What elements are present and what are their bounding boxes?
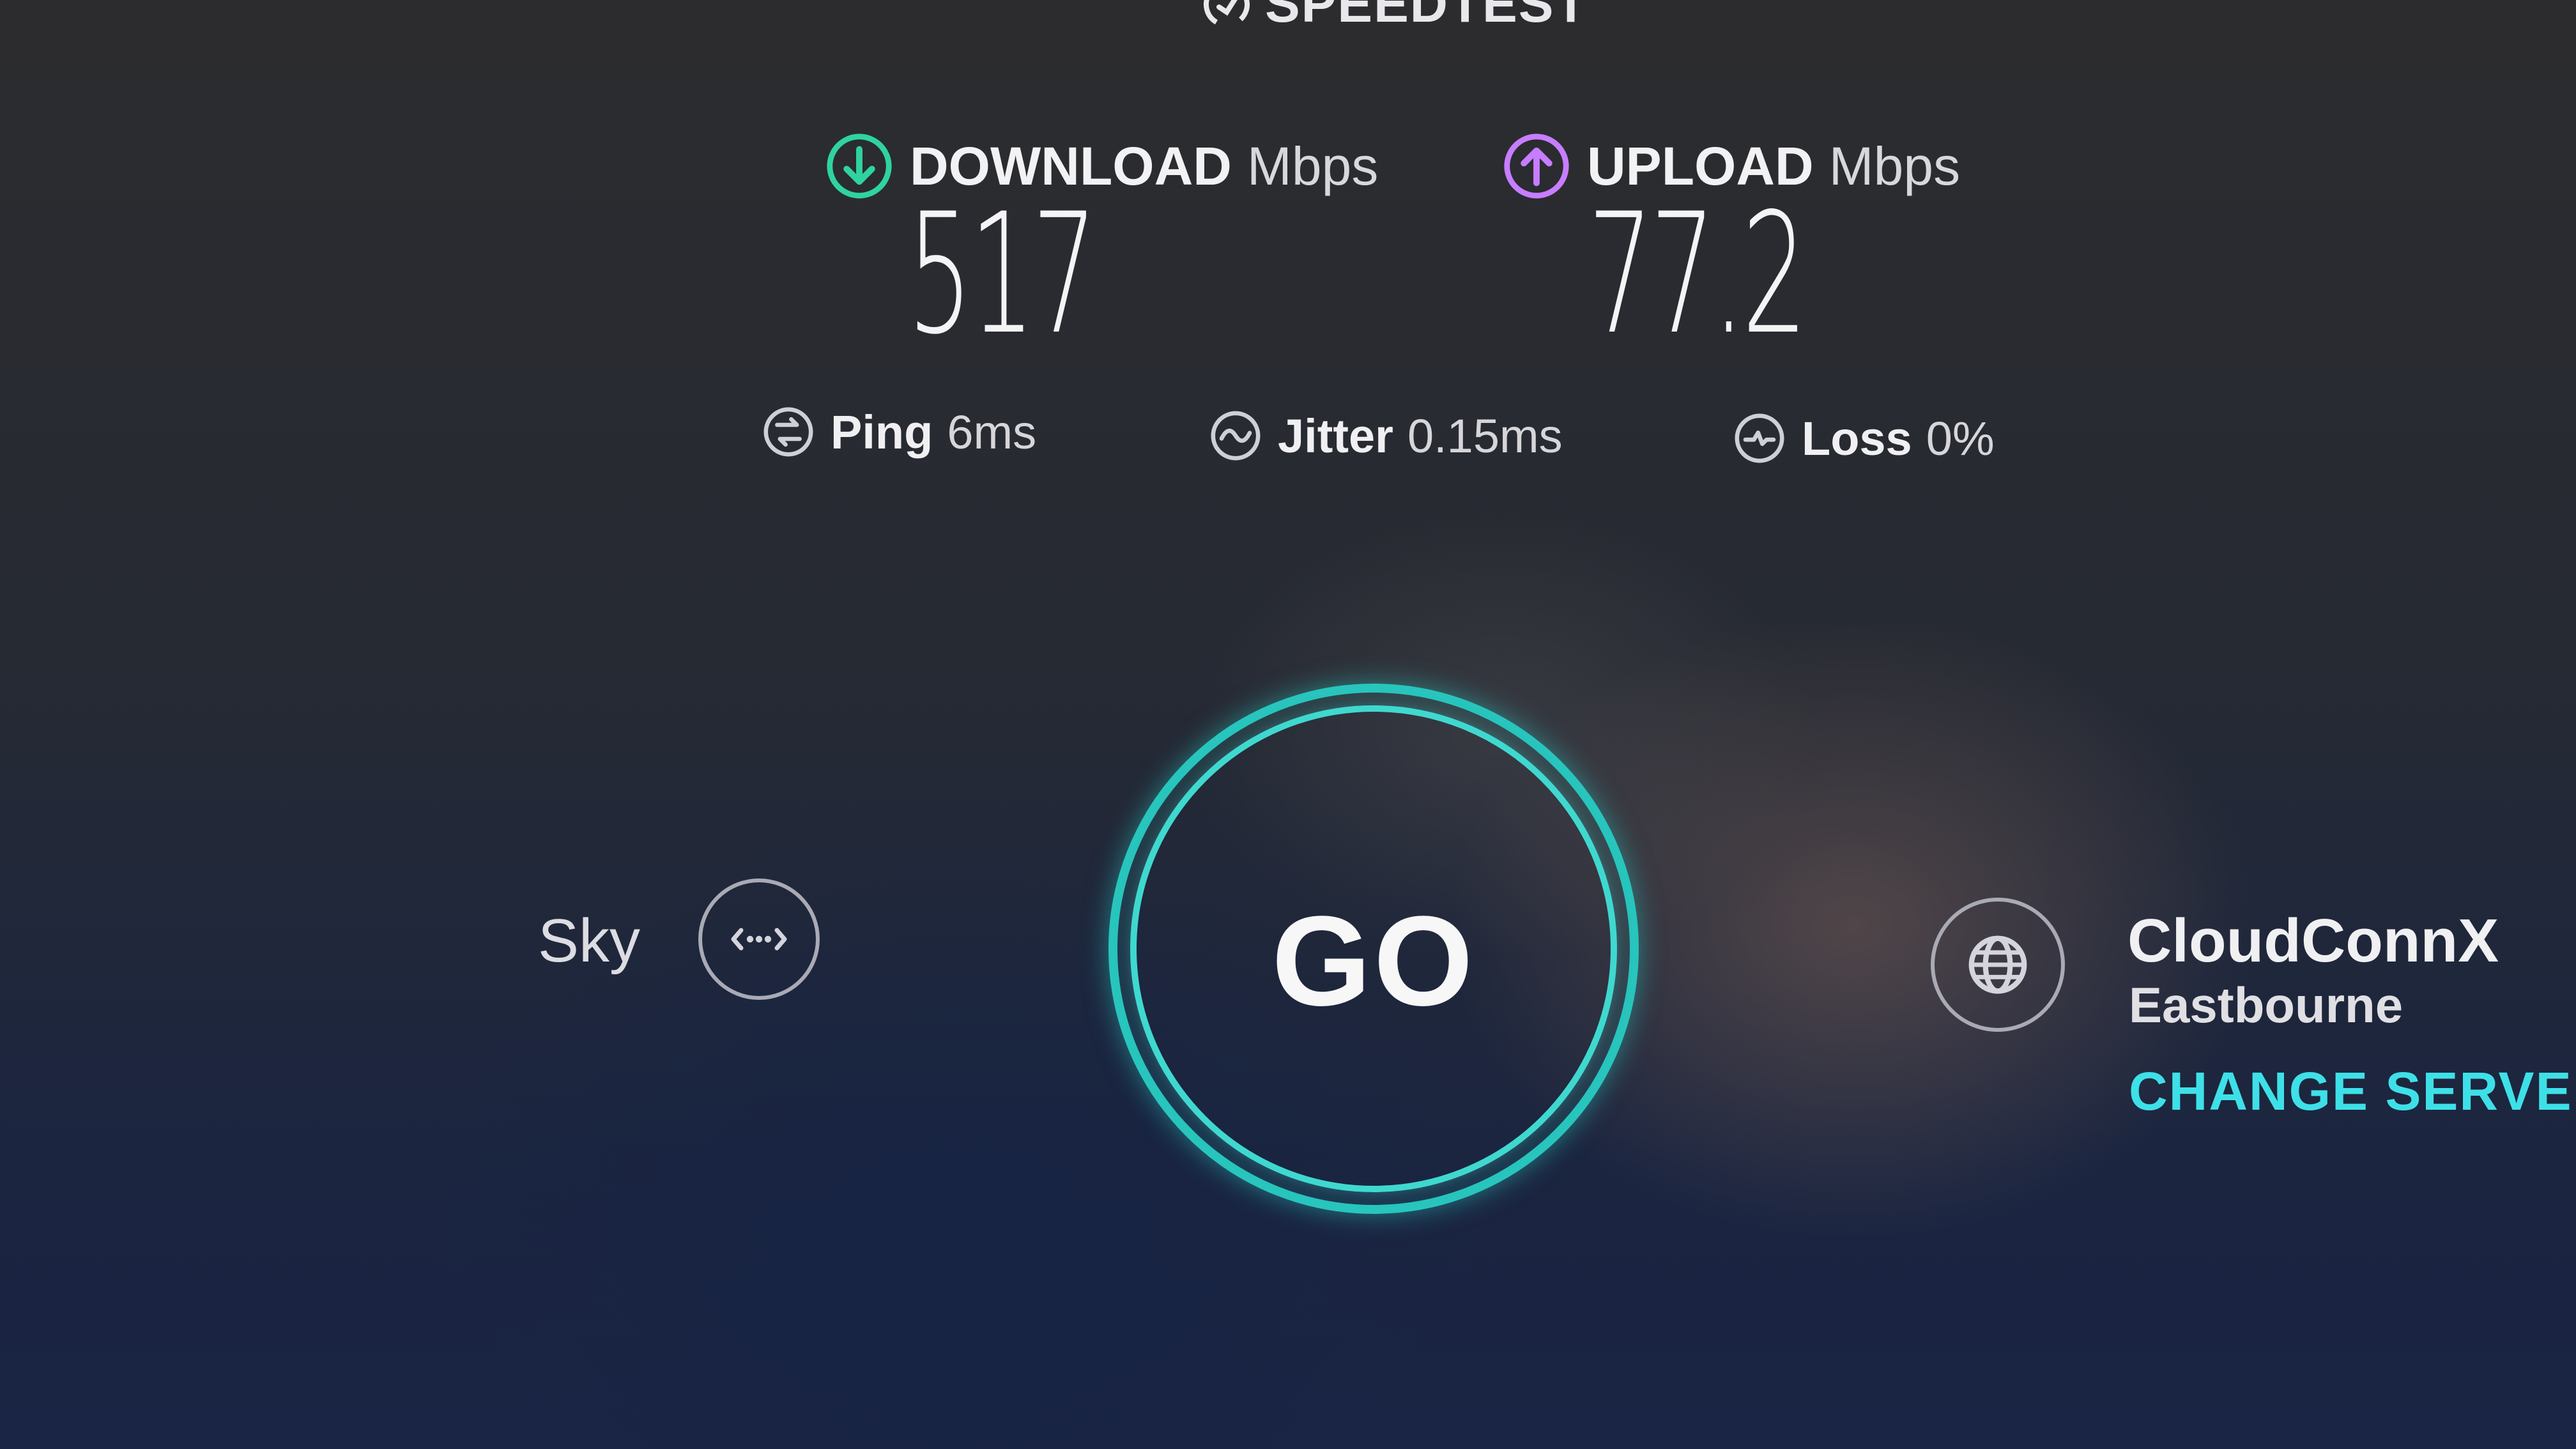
ping-icon	[760, 404, 816, 460]
connection-dots-icon[interactable]	[698, 878, 820, 1000]
loss-label: Loss	[1802, 411, 1912, 465]
logo-text: SPEEDTEST	[1265, 0, 1588, 33]
ping-stat: Ping 6ms	[760, 404, 1036, 460]
ping-value: 6ms	[947, 405, 1037, 459]
jitter-value: 0.15ms	[1407, 409, 1563, 463]
server-name: CloudConnX	[2128, 907, 2499, 975]
jitter-label: Jitter	[1278, 409, 1393, 463]
speedtest-logo: SPEEDTEST	[1201, 0, 1588, 34]
server-location: Eastbourne	[2129, 977, 2404, 1033]
download-unit: Mbps	[1246, 135, 1379, 196]
loss-value: 0%	[1926, 411, 1995, 465]
isp-name: Sky	[538, 907, 641, 975]
loss-icon	[1731, 410, 1788, 466]
go-label: GO	[1271, 890, 1476, 1032]
speedometer-icon	[1201, 0, 1252, 30]
download-arrow-icon	[824, 131, 894, 201]
change-server-link[interactable]: CHANGE SERVE	[2129, 1061, 2576, 1123]
loss-stat: Loss 0%	[1731, 410, 1995, 466]
jitter-icon	[1208, 408, 1264, 464]
ping-label: Ping	[831, 405, 933, 459]
go-button[interactable]: GO	[1108, 684, 1639, 1214]
download-value: 517	[907, 178, 1098, 371]
upload-unit: Mbps	[1828, 135, 1961, 196]
upload-arrow-icon	[1501, 131, 1572, 201]
jitter-stat: Jitter 0.15ms	[1208, 408, 1563, 464]
globe-icon[interactable]	[1931, 898, 2065, 1032]
upload-value: 77.2	[1588, 178, 1807, 371]
